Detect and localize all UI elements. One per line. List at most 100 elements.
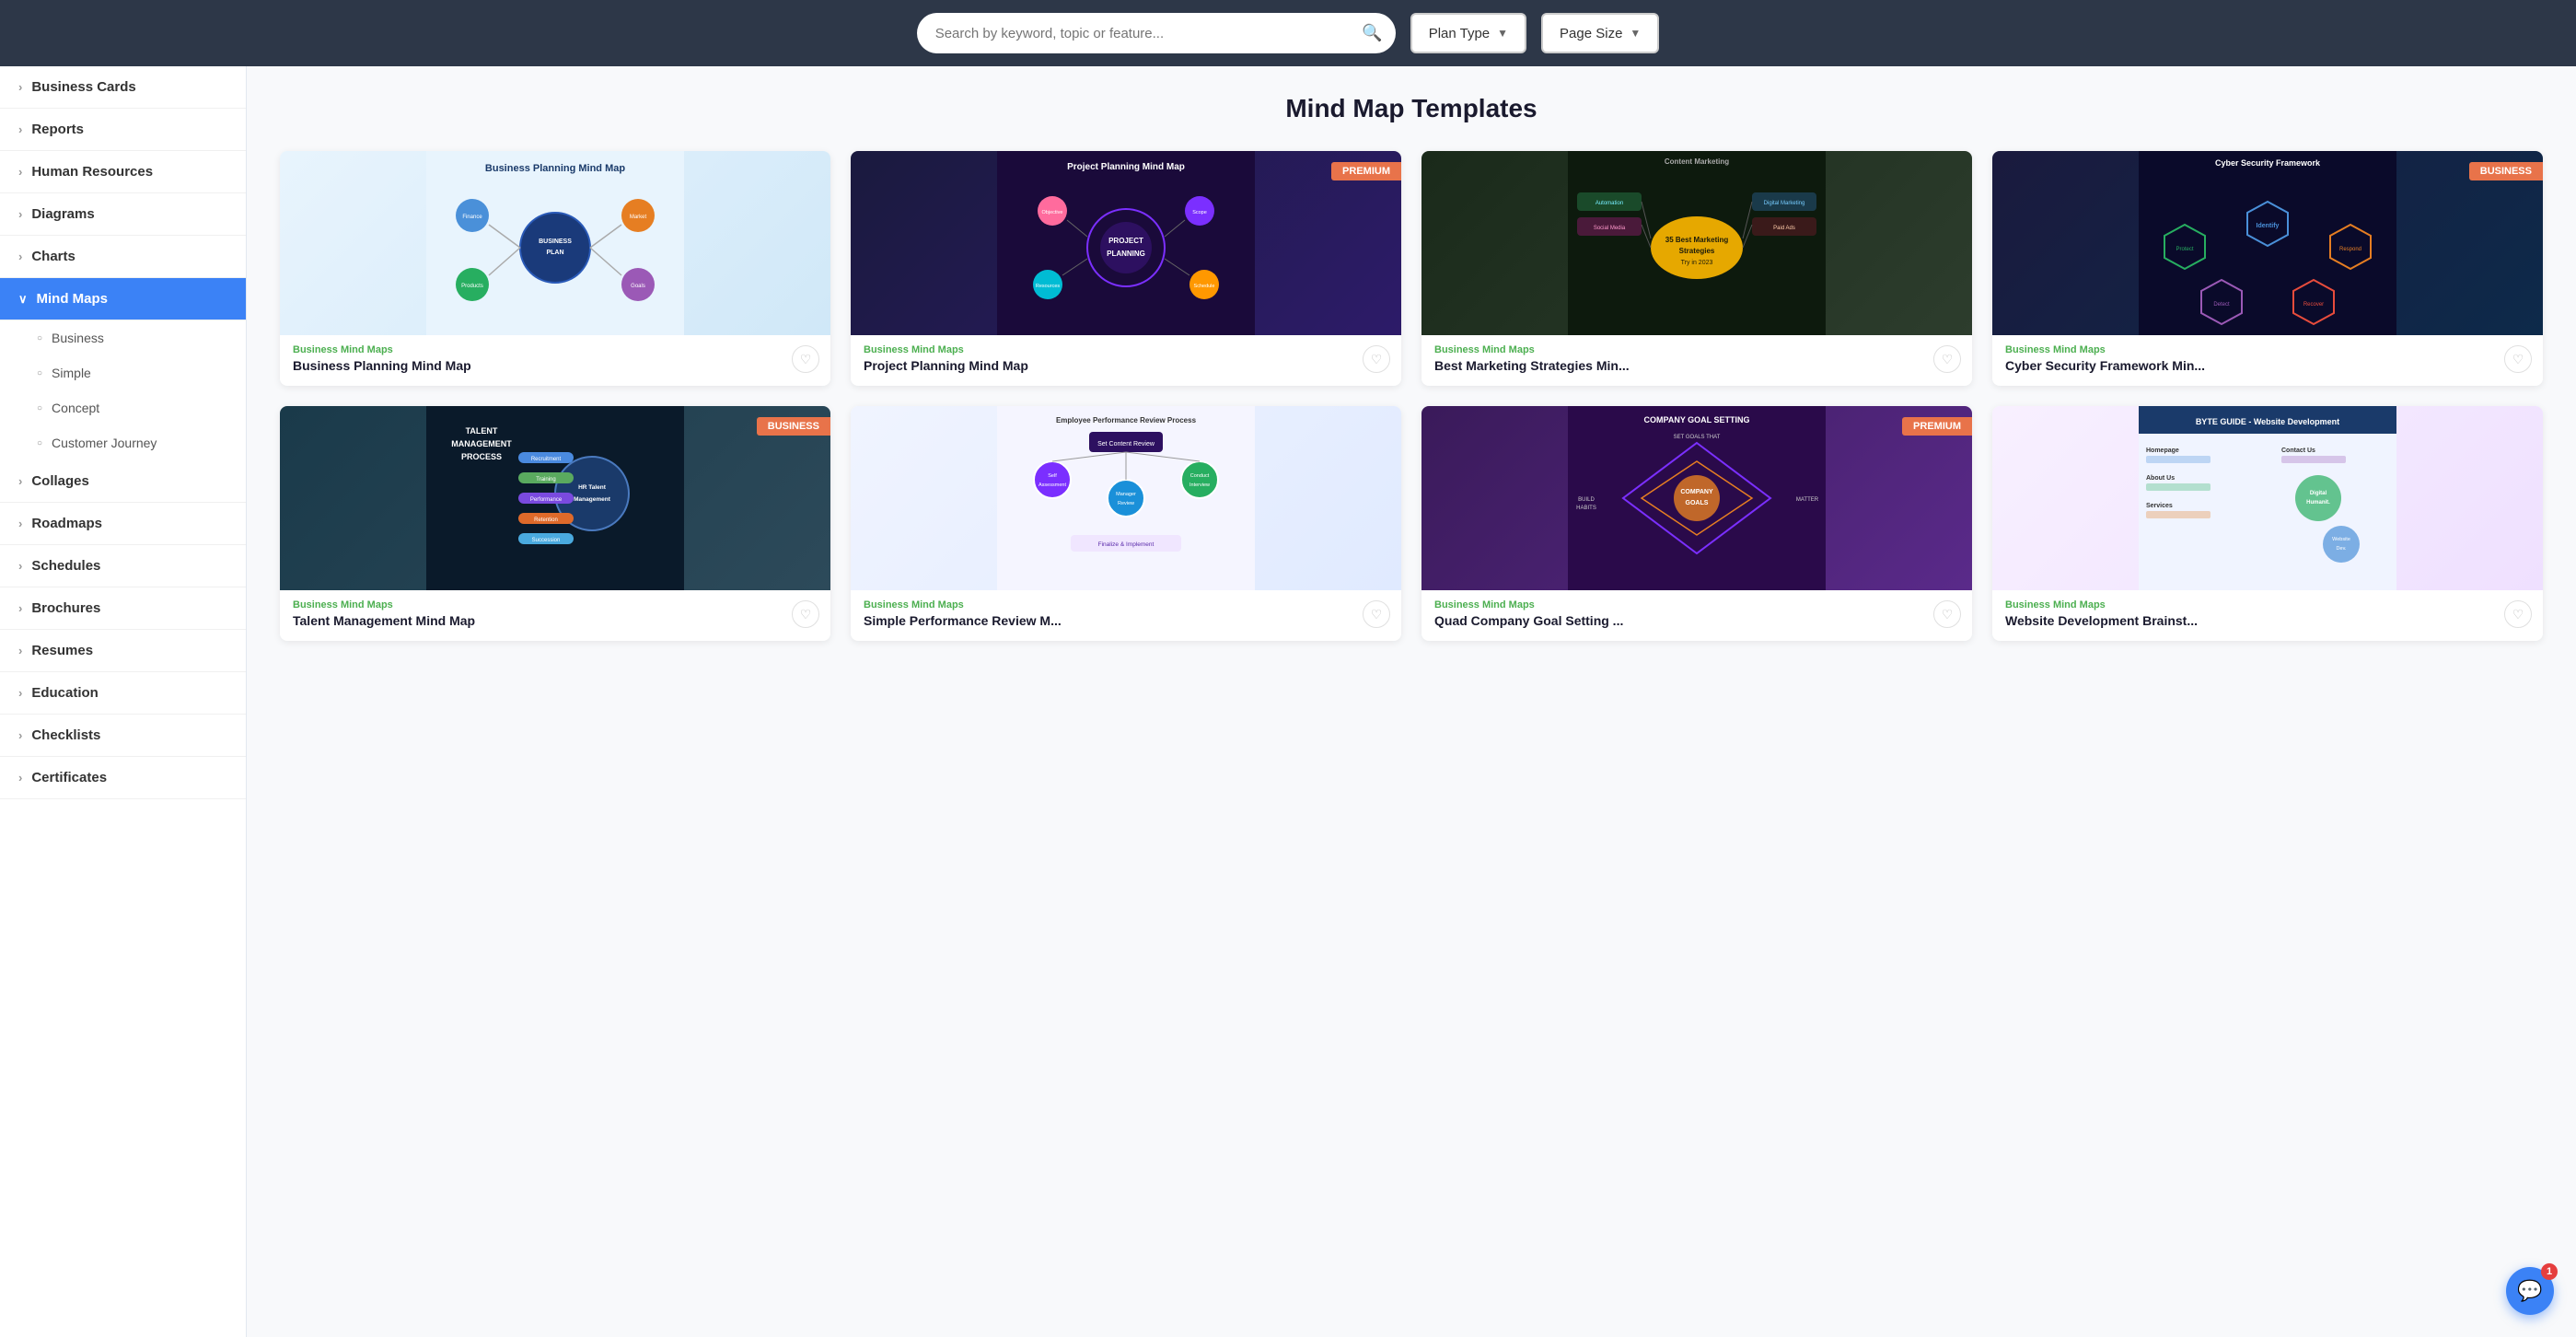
template-name: Project Planning Mind Map xyxy=(864,358,1388,373)
sidebar-subitem-business[interactable]: ○ Business xyxy=(0,320,246,355)
dot-icon: ○ xyxy=(37,368,42,378)
favorite-button[interactable]: ♡ xyxy=(1933,600,1961,628)
template-category: Business Mind Maps xyxy=(1434,344,1959,355)
sidebar-item-education[interactable]: › Education xyxy=(0,672,246,715)
template-card[interactable]: PREMIUM Project Planning Mind Map PROJEC… xyxy=(851,151,1401,386)
chat-button[interactable]: 💬 1 xyxy=(2506,1267,2554,1315)
template-card[interactable]: BUSINESS Cyber Security Framework Identi… xyxy=(1992,151,2543,386)
sidebar-item-reports[interactable]: › Reports xyxy=(0,109,246,151)
svg-text:Finance: Finance xyxy=(462,215,482,220)
chevron-right-icon: › xyxy=(18,644,22,657)
sidebar-item-schedules[interactable]: › Schedules xyxy=(0,545,246,587)
template-card[interactable]: Content Marketing 35 Best Marketing Stra… xyxy=(1421,151,1972,386)
favorite-button[interactable]: ♡ xyxy=(1363,345,1390,373)
template-thumbnail: BYTE GUIDE - Website Development Homepag… xyxy=(1992,406,2543,590)
template-name: Cyber Security Framework Min... xyxy=(2005,358,2530,373)
search-input[interactable] xyxy=(917,13,1396,53)
svg-text:Project Planning Mind Map: Project Planning Mind Map xyxy=(1067,162,1185,172)
svg-text:COMPANY: COMPANY xyxy=(1680,489,1713,495)
sidebar-item-diagrams[interactable]: › Diagrams xyxy=(0,193,246,236)
svg-text:Identify: Identify xyxy=(2257,223,2280,229)
chat-badge: 1 xyxy=(2541,1263,2558,1280)
search-icon[interactable]: 🔍 xyxy=(1362,24,1382,43)
favorite-button[interactable]: ♡ xyxy=(2504,345,2532,373)
svg-text:Self: Self xyxy=(1048,473,1057,479)
svg-text:Goals: Goals xyxy=(631,284,645,289)
svg-text:Resources: Resources xyxy=(1036,284,1061,289)
template-info: Business Mind Maps Cyber Security Framew… xyxy=(1992,335,2543,386)
svg-text:PLANNING: PLANNING xyxy=(1107,250,1145,258)
plan-type-dropdown[interactable]: Plan Type ▼ xyxy=(1410,13,1526,53)
svg-text:Digital Marketing: Digital Marketing xyxy=(1764,201,1805,206)
template-thumbnail: PREMIUM COMPANY GOAL SETTING COMPANY GOA… xyxy=(1421,406,1972,590)
chevron-right-icon: › xyxy=(18,601,22,615)
favorite-button[interactable]: ♡ xyxy=(792,345,819,373)
template-card[interactable]: Employee Performance Review Process Set … xyxy=(851,406,1401,641)
template-name: Simple Performance Review M... xyxy=(864,613,1388,628)
sidebar-item-mind-maps[interactable]: ∨ Mind Maps xyxy=(0,278,246,320)
top-bar: 🔍 Plan Type ▼ Page Size ▼ xyxy=(0,0,2576,66)
svg-text:SET GOALS THAT: SET GOALS THAT xyxy=(1674,435,1721,440)
sidebar-subitem-simple[interactable]: ○ Simple xyxy=(0,355,246,390)
template-name: Best Marketing Strategies Min... xyxy=(1434,358,1959,373)
search-container: 🔍 xyxy=(917,13,1396,53)
templates-grid: Business Planning Mind Map BUSINESS PLAN… xyxy=(280,151,2543,641)
svg-text:Management: Management xyxy=(574,496,611,503)
template-card[interactable]: BUSINESS TALENT MANAGEMENT PROCESS HR Ta… xyxy=(280,406,830,641)
svg-text:Business Planning Mind Map: Business Planning Mind Map xyxy=(485,163,625,174)
svg-text:BYTE GUIDE - Website Developme: BYTE GUIDE - Website Development xyxy=(2196,417,2339,426)
template-card[interactable]: BYTE GUIDE - Website Development Homepag… xyxy=(1992,406,2543,641)
sidebar-item-certificates[interactable]: › Certificates xyxy=(0,757,246,799)
template-name: Website Development Brainst... xyxy=(2005,613,2530,628)
svg-text:Recruitment: Recruitment xyxy=(531,457,562,462)
chevron-right-icon: › xyxy=(18,559,22,573)
svg-text:BUILD: BUILD xyxy=(1578,497,1595,503)
sidebar-item-human-resources[interactable]: › Human Resources xyxy=(0,151,246,193)
sidebar-item-business-cards[interactable]: › Business Cards xyxy=(0,66,246,109)
template-card[interactable]: PREMIUM COMPANY GOAL SETTING COMPANY GOA… xyxy=(1421,406,1972,641)
favorite-button[interactable]: ♡ xyxy=(2504,600,2532,628)
business-badge: BUSINESS xyxy=(757,417,830,436)
svg-text:Manager: Manager xyxy=(1116,492,1136,497)
template-category: Business Mind Maps xyxy=(293,344,818,355)
template-thumbnail: Content Marketing 35 Best Marketing Stra… xyxy=(1421,151,1972,335)
template-category: Business Mind Maps xyxy=(2005,344,2530,355)
page-size-dropdown[interactable]: Page Size ▼ xyxy=(1541,13,1659,53)
sidebar-item-brochures[interactable]: › Brochures xyxy=(0,587,246,630)
template-thumbnail: Employee Performance Review Process Set … xyxy=(851,406,1401,590)
svg-text:Homepage: Homepage xyxy=(2146,448,2179,454)
main-content: Mind Map Templates Business Planning Min… xyxy=(247,66,2576,1337)
svg-text:Conduct: Conduct xyxy=(1190,473,1210,479)
chevron-down-icon: ▼ xyxy=(1497,27,1508,40)
sidebar-subitem-concept[interactable]: ○ Concept xyxy=(0,390,246,425)
svg-text:Training: Training xyxy=(536,477,555,482)
chevron-right-icon: › xyxy=(18,165,22,179)
template-thumbnail: Business Planning Mind Map BUSINESS PLAN… xyxy=(280,151,830,335)
template-category: Business Mind Maps xyxy=(864,599,1388,610)
sidebar-item-charts[interactable]: › Charts xyxy=(0,236,246,278)
svg-text:HR Talent: HR Talent xyxy=(578,484,607,491)
favorite-button[interactable]: ♡ xyxy=(1933,345,1961,373)
svg-text:Cyber Security Framework: Cyber Security Framework xyxy=(2215,158,2321,168)
template-category: Business Mind Maps xyxy=(293,599,818,610)
svg-text:HABITS: HABITS xyxy=(1576,506,1596,511)
chevron-right-icon: › xyxy=(18,80,22,94)
sidebar-subitem-customer-journey[interactable]: ○ Customer Journey xyxy=(0,425,246,460)
sidebar-item-roadmaps[interactable]: › Roadmaps xyxy=(0,503,246,545)
chevron-right-icon: › xyxy=(18,250,22,263)
template-info: Business Mind Maps Simple Performance Re… xyxy=(851,590,1401,641)
template-card[interactable]: Business Planning Mind Map BUSINESS PLAN… xyxy=(280,151,830,386)
svg-text:Paid Ads: Paid Ads xyxy=(1773,226,1795,231)
svg-text:Services: Services xyxy=(2146,503,2173,509)
sidebar-item-checklists[interactable]: › Checklists xyxy=(0,715,246,757)
favorite-button[interactable]: ♡ xyxy=(1363,600,1390,628)
chevron-down-icon: ∨ xyxy=(18,292,28,307)
svg-text:Assessment: Assessment xyxy=(1039,482,1066,488)
dot-icon: ○ xyxy=(37,333,42,343)
favorite-button[interactable]: ♡ xyxy=(792,600,819,628)
chevron-right-icon: › xyxy=(18,686,22,700)
svg-text:Performance: Performance xyxy=(530,497,563,503)
sidebar-item-resumes[interactable]: › Resumes xyxy=(0,630,246,672)
sidebar-item-collages[interactable]: › Collages xyxy=(0,460,246,503)
template-info: Business Mind Maps Quad Company Goal Set… xyxy=(1421,590,1972,641)
